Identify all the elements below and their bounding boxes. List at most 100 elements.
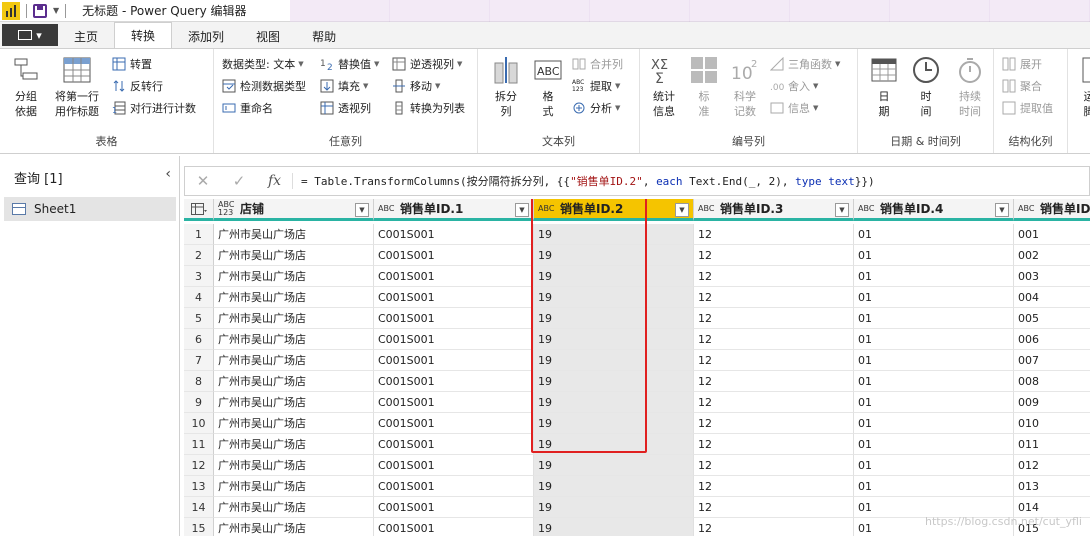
rename-button[interactable]: 重命名	[222, 99, 273, 117]
table-cell[interactable]: C001S001	[374, 245, 534, 266]
table-cell[interactable]: 12	[694, 476, 854, 497]
table-cell[interactable]: C001S001	[374, 266, 534, 287]
column-type-icon[interactable]: ABC	[858, 204, 876, 213]
table-cell[interactable]: 01	[854, 476, 1014, 497]
table-cell[interactable]: 广州市吴山广场店	[214, 371, 374, 392]
expand-button[interactable]: 展开	[1002, 55, 1042, 73]
scientific-button[interactable]: 10 2 科学 记数	[724, 55, 766, 119]
table-cell[interactable]: 12	[694, 518, 854, 536]
column-header[interactable]: ABC 销售单ID.5	[1014, 199, 1090, 221]
table-cell[interactable]: C001S001	[374, 497, 534, 518]
table-cell[interactable]: 19	[534, 392, 694, 413]
column-type-icon[interactable]: ABC	[378, 204, 396, 213]
table-cell[interactable]: C001S001	[374, 434, 534, 455]
transpose-button[interactable]: 转置	[112, 55, 152, 73]
table-cell[interactable]: 12	[694, 497, 854, 518]
table-cell[interactable]: 12	[694, 287, 854, 308]
table-cell[interactable]: 012	[1014, 455, 1090, 476]
row-number[interactable]: 14	[184, 497, 214, 518]
table-cell[interactable]: 009	[1014, 392, 1090, 413]
table-cell[interactable]: 19	[534, 287, 694, 308]
replace-values-button[interactable]: 12 替换值 ▼	[320, 55, 379, 73]
cancel-formula-icon[interactable]: ✕	[185, 172, 221, 190]
table-cell[interactable]: 008	[1014, 371, 1090, 392]
table-cell[interactable]: 12	[694, 308, 854, 329]
extract-button[interactable]: ABC 123 提取 ▼	[572, 77, 620, 95]
table-cell[interactable]: C001S001	[374, 329, 534, 350]
column-type-icon[interactable]: ABC	[698, 204, 716, 213]
table-cell[interactable]: C001S001	[374, 308, 534, 329]
table-cell[interactable]: 01	[854, 245, 1014, 266]
table-cell[interactable]: 01	[854, 287, 1014, 308]
table-cell[interactable]: 广州市吴山广场店	[214, 329, 374, 350]
table-cell[interactable]: 12	[694, 245, 854, 266]
table-cell[interactable]: 19	[534, 497, 694, 518]
table-cell[interactable]: 01	[854, 455, 1014, 476]
table-cell[interactable]: 12	[694, 455, 854, 476]
table-cell[interactable]: C001S001	[374, 287, 534, 308]
trigonometry-button[interactable]: 三角函数 ▼	[769, 55, 840, 73]
time-button[interactable]: 时 间	[908, 55, 944, 119]
table-cell[interactable]: 12	[694, 371, 854, 392]
table-cell[interactable]: 广州市吴山广场店	[214, 392, 374, 413]
table-cell[interactable]: 12	[694, 266, 854, 287]
detect-data-type-button[interactable]: 检测数据类型	[222, 77, 306, 95]
table-cell[interactable]: 广州市吴山广场店	[214, 245, 374, 266]
table-cell[interactable]: C001S001	[374, 224, 534, 245]
formula-input[interactable]: = Table.TransformColumns(按分隔符拆分列, {{"销售单…	[293, 173, 875, 189]
table-cell[interactable]: 19	[534, 308, 694, 329]
row-number[interactable]: 4	[184, 287, 214, 308]
unpivot-columns-button[interactable]: 逆透视列 ▼	[392, 55, 462, 73]
table-cell[interactable]: 12	[694, 350, 854, 371]
column-type-icon[interactable]: ABC 123	[218, 200, 236, 217]
table-cell[interactable]: 006	[1014, 329, 1090, 350]
table-menu-button[interactable]	[184, 199, 214, 221]
table-cell[interactable]: 010	[1014, 413, 1090, 434]
split-column-button[interactable]: 拆分 列	[486, 55, 526, 119]
table-cell[interactable]: 广州市吴山广场店	[214, 224, 374, 245]
tab-home[interactable]: 主页	[58, 24, 114, 48]
row-number[interactable]: 15	[184, 518, 214, 536]
count-rows-button[interactable]: 1 对行进行计数	[112, 99, 196, 117]
table-cell[interactable]: 003	[1014, 266, 1090, 287]
convert-to-list-button[interactable]: 转换为列表	[392, 99, 465, 117]
row-number[interactable]: 6	[184, 329, 214, 350]
table-cell[interactable]: 011	[1014, 434, 1090, 455]
row-number[interactable]: 8	[184, 371, 214, 392]
table-cell[interactable]: 12	[694, 413, 854, 434]
use-first-row-as-headers-button[interactable]: 将第一行 用作标题	[48, 55, 106, 119]
table-cell[interactable]: 广州市吴山广场店	[214, 476, 374, 497]
table-cell[interactable]: 002	[1014, 245, 1090, 266]
row-number[interactable]: 5	[184, 308, 214, 329]
pivot-column-button[interactable]: 透视列	[320, 99, 371, 117]
table-cell[interactable]: 12	[694, 434, 854, 455]
table-cell[interactable]: 01	[854, 392, 1014, 413]
table-cell[interactable]: 广州市吴山广场店	[214, 434, 374, 455]
table-cell[interactable]: 004	[1014, 287, 1090, 308]
data-type-dropdown[interactable]: 数据类型: 文本 ▼	[222, 55, 304, 73]
table-cell[interactable]: C001S001	[374, 518, 534, 536]
table-cell[interactable]: 01	[854, 434, 1014, 455]
row-number[interactable]: 13	[184, 476, 214, 497]
table-cell[interactable]: C001S001	[374, 392, 534, 413]
row-number[interactable]: 7	[184, 350, 214, 371]
tab-view[interactable]: 视图	[240, 24, 296, 48]
column-filter-dropdown-icon[interactable]: ▼	[835, 203, 849, 217]
table-cell[interactable]: 广州市吴山广场店	[214, 413, 374, 434]
fill-button[interactable]: 填充 ▼	[320, 77, 368, 95]
column-header[interactable]: ABC 销售单ID.1 ▼	[374, 199, 534, 221]
table-cell[interactable]: 19	[534, 518, 694, 536]
row-number[interactable]: 9	[184, 392, 214, 413]
table-cell[interactable]: C001S001	[374, 350, 534, 371]
table-cell[interactable]: 19	[534, 455, 694, 476]
row-number[interactable]: 10	[184, 413, 214, 434]
reverse-rows-button[interactable]: 反转行	[112, 77, 163, 95]
table-cell[interactable]: 12	[694, 392, 854, 413]
column-header[interactable]: ABC 销售单ID.2 ▼	[534, 199, 694, 221]
row-number[interactable]: 11	[184, 434, 214, 455]
table-cell[interactable]: 广州市吴山广场店	[214, 287, 374, 308]
table-cell[interactable]: 007	[1014, 350, 1090, 371]
table-cell[interactable]: C001S001	[374, 476, 534, 497]
table-cell[interactable]: C001S001	[374, 413, 534, 434]
column-type-icon[interactable]: ABC	[538, 204, 556, 213]
